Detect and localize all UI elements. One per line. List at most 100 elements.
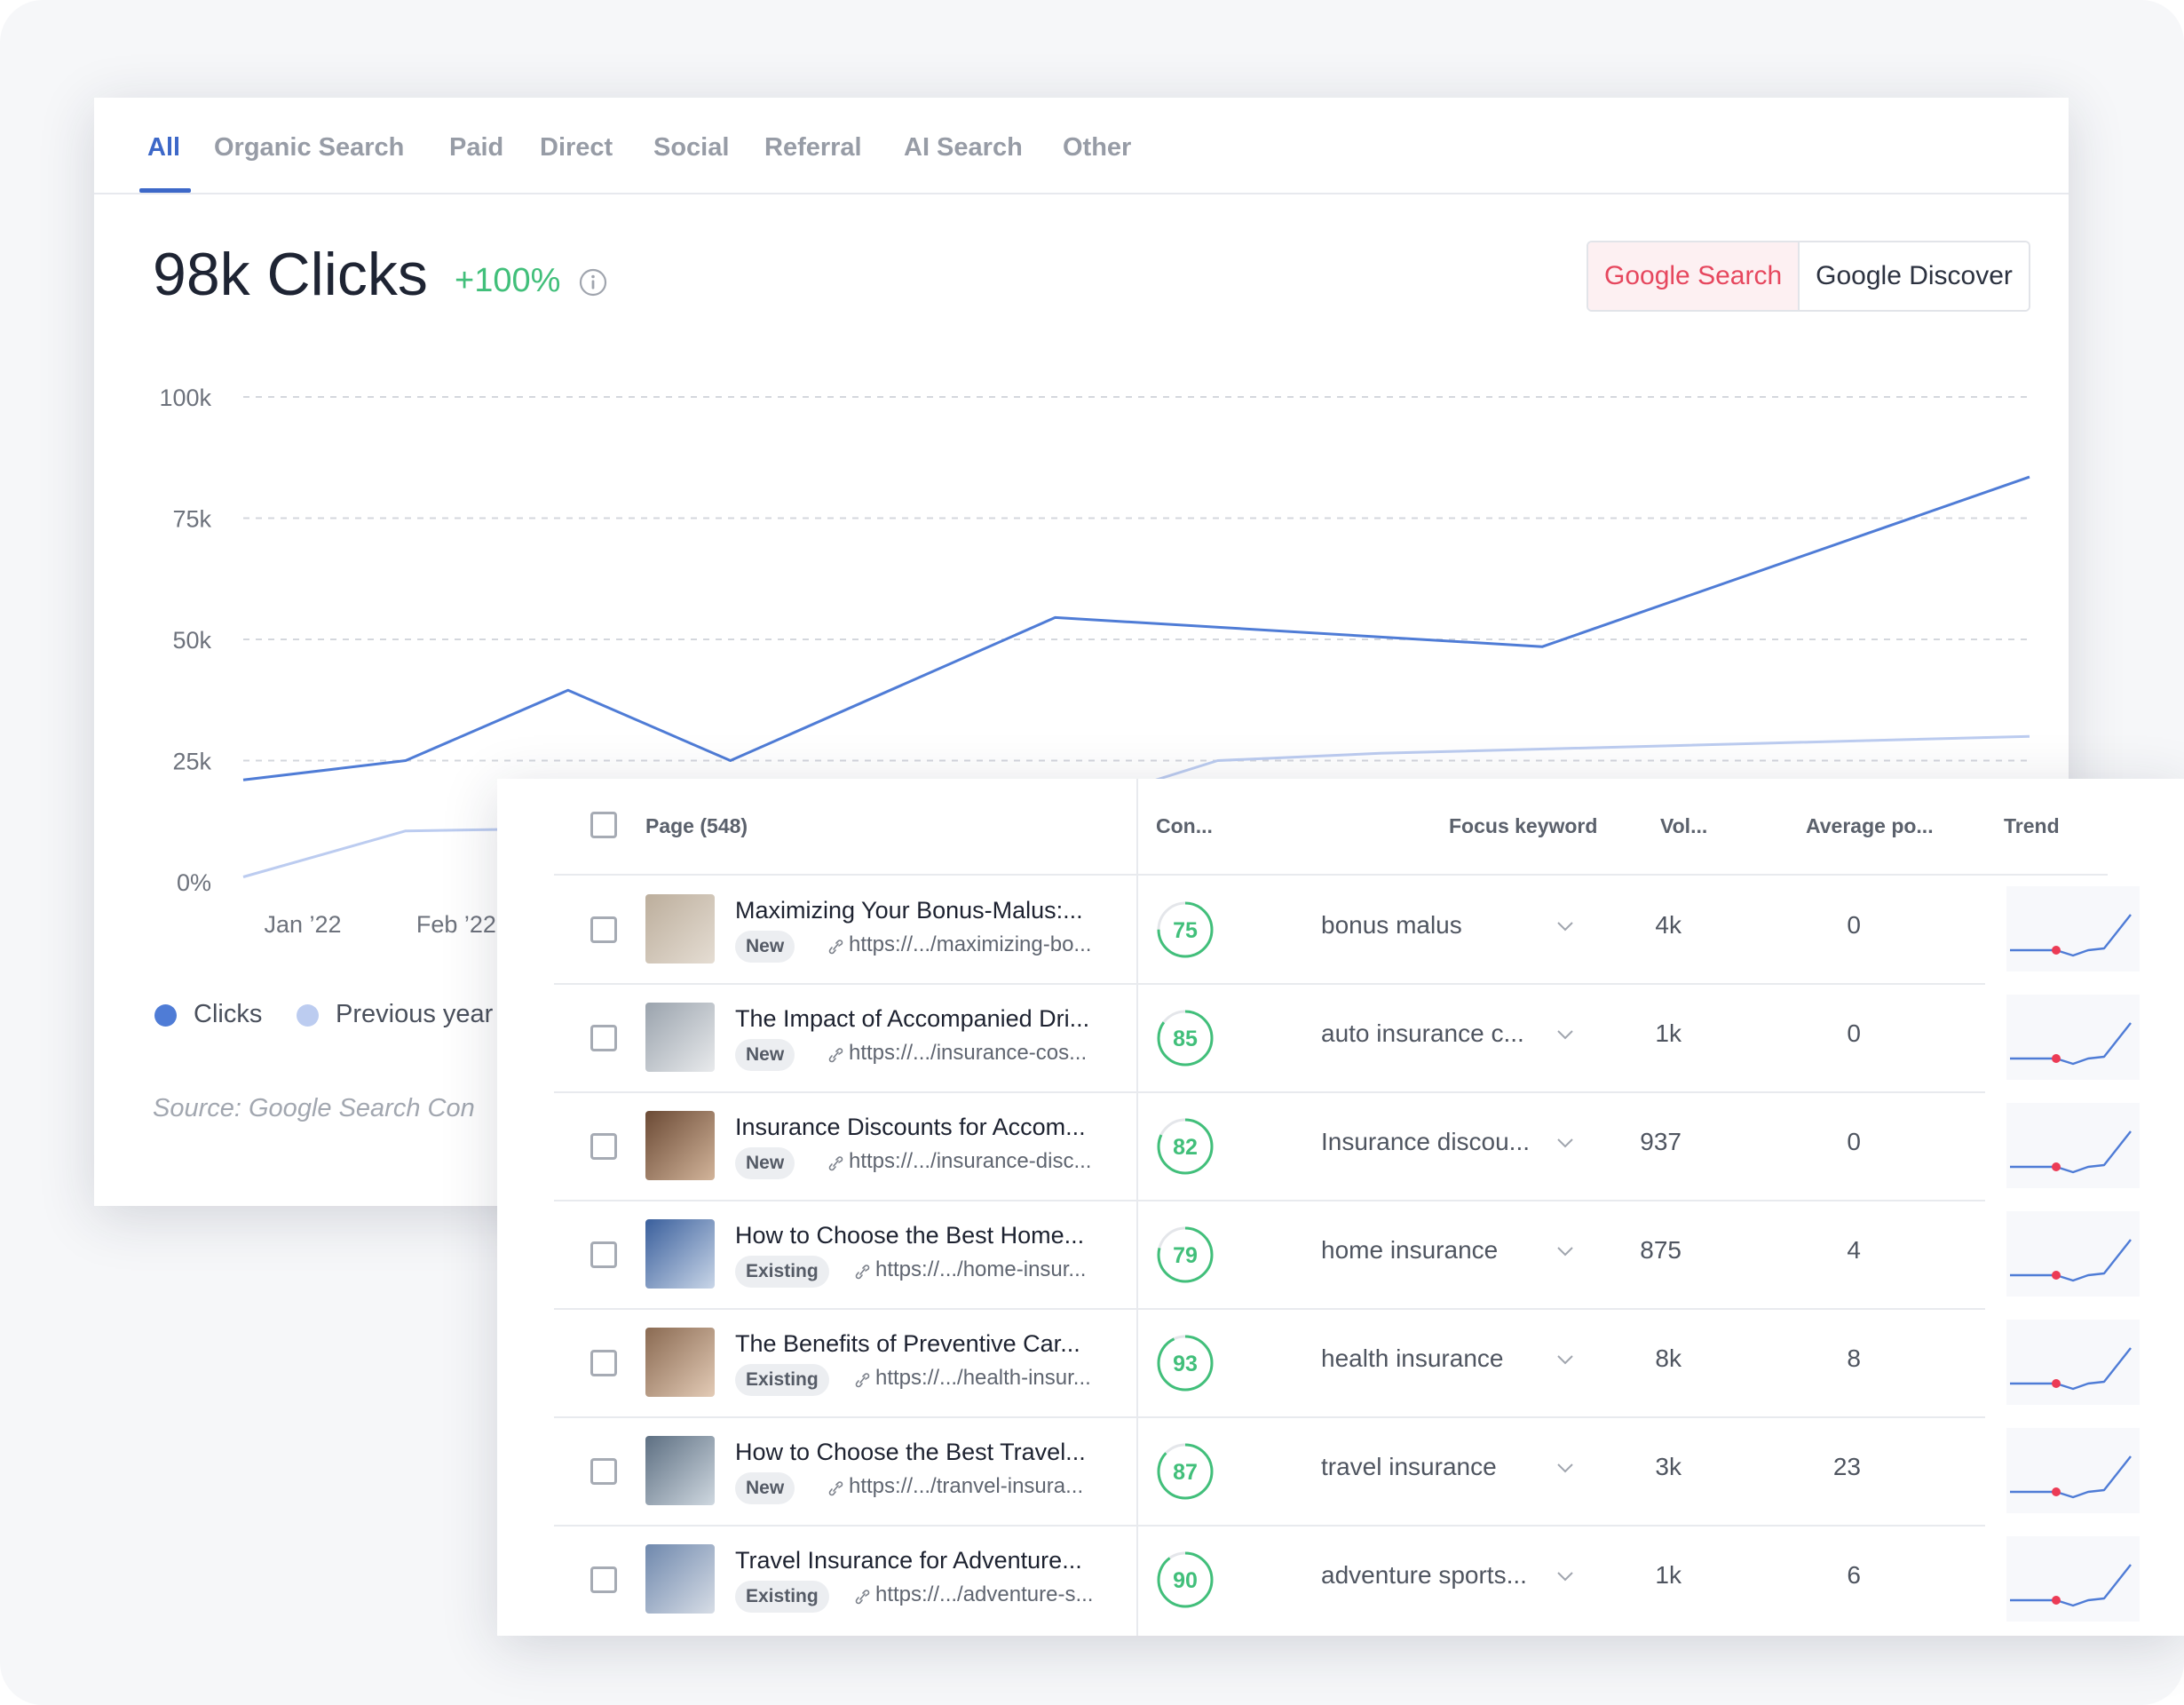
previous-year-legend-dot [297, 1004, 319, 1027]
page-thumbnail [645, 1328, 715, 1397]
table-row[interactable]: Maximizing Your Bonus-Malus:... New https:… [497, 876, 2184, 985]
trend-sparkline [2006, 1428, 2140, 1513]
trend-column-header[interactable]: Trend [2004, 814, 2060, 838]
page-thumbnail [645, 1219, 715, 1289]
clicks-legend-dot [154, 1004, 177, 1027]
focus-keyword: adventure sports... [1321, 1561, 1527, 1589]
previous-year-legend-label: Previous year [336, 1000, 494, 1028]
search-volume: 1k [1655, 1561, 1682, 1589]
content-score-ring: 79 [1157, 1226, 1214, 1283]
page-thumbnail [645, 1003, 715, 1072]
table-row[interactable]: How to Choose the Best Home... Existing ht… [497, 1201, 2184, 1310]
link-icon [855, 1373, 870, 1388]
content-score-ring: 87 [1157, 1443, 1214, 1500]
clicks-legend-label: Clicks [194, 1000, 263, 1028]
chevron-down-icon[interactable] [1555, 1462, 1575, 1474]
focus-keyword: Insurance discou... [1321, 1128, 1531, 1155]
y-tick-label: 0% [177, 869, 211, 896]
search-volume: 8k [1655, 1344, 1682, 1372]
page-thumbnail [645, 1111, 715, 1180]
average-position: 0 [1847, 1128, 1861, 1155]
table-row[interactable]: Insurance Discounts for Accom... New https… [497, 1092, 2184, 1201]
content-score-value: 82 [1173, 1135, 1198, 1160]
search-volume: 1k [1655, 1019, 1682, 1047]
page-status-badge: Existing [735, 1364, 829, 1396]
content-score-value: 75 [1173, 918, 1198, 943]
page-status-badge: New [735, 931, 795, 963]
average-position: 4 [1847, 1236, 1861, 1264]
link-icon [828, 940, 843, 955]
chevron-down-icon[interactable] [1555, 1245, 1575, 1257]
row-checkbox[interactable] [590, 1566, 617, 1593]
focus-keyword: auto insurance c... [1321, 1019, 1524, 1047]
page-title-link[interactable]: How to Choose the Best Home... [735, 1222, 1120, 1249]
page-thumbnail [645, 1436, 715, 1505]
focus-keyword-column-header[interactable]: Focus keyword [1449, 814, 1597, 838]
page-status-badge: New [735, 1472, 795, 1504]
link-icon [828, 1156, 843, 1171]
content-score-ring: 75 [1157, 901, 1214, 958]
link-icon [855, 1265, 870, 1280]
y-tick-label: 100k [159, 385, 211, 411]
chevron-down-icon[interactable] [1555, 1570, 1575, 1582]
page-column-header[interactable]: Page (548) [645, 814, 748, 838]
focus-keyword: health insurance [1321, 1344, 1504, 1372]
page-title-link[interactable]: Maximizing Your Bonus-Malus:... [735, 897, 1120, 924]
x-tick-label: Feb ’22 [416, 911, 496, 938]
trend-sparkline [2006, 995, 2140, 1080]
content-score-value: 87 [1173, 1460, 1198, 1485]
search-volume: 937 [1640, 1128, 1682, 1155]
x-tick-label: Jan ’22 [264, 911, 341, 938]
page-url[interactable]: https://.../adventure-s... [875, 1582, 1124, 1607]
average-position: 0 [1847, 1019, 1861, 1047]
content-score-ring: 90 [1157, 1551, 1214, 1608]
source-note: Source: Google Search Con [153, 1094, 475, 1122]
table-row[interactable]: The Benefits of Preventive Car... Existin… [497, 1309, 2184, 1418]
page-url[interactable]: https://.../insurance-cos... [849, 1041, 1124, 1066]
page-url[interactable]: https://.../maximizing-bo... [849, 932, 1124, 957]
page-status-badge: Existing [735, 1581, 829, 1613]
search-volume: 3k [1655, 1453, 1682, 1480]
clicks-series-line [242, 475, 2030, 781]
content-score-value: 79 [1173, 1243, 1198, 1268]
trend-sparkline [2006, 1536, 2140, 1622]
page-title-link[interactable]: Travel Insurance for Adventure... [735, 1547, 1120, 1574]
row-checkbox[interactable] [590, 1350, 617, 1376]
chevron-down-icon[interactable] [1555, 920, 1575, 932]
table-row[interactable]: How to Choose the Best Travel... New https… [497, 1417, 2184, 1527]
row-checkbox[interactable] [590, 1025, 617, 1051]
page-title-link[interactable]: The Impact of Accompanied Dri... [735, 1005, 1120, 1033]
search-volume: 4k [1655, 911, 1682, 939]
chevron-down-icon[interactable] [1555, 1028, 1575, 1041]
average-position: 6 [1847, 1561, 1861, 1589]
volume-column-header[interactable]: Vol... [1660, 814, 1707, 838]
page-title-link[interactable]: How to Choose the Best Travel... [735, 1439, 1120, 1466]
trend-sparkline [2006, 1103, 2140, 1188]
page-url[interactable]: https://.../tranvel-insura... [849, 1474, 1124, 1499]
row-checkbox[interactable] [590, 1241, 617, 1268]
page-url[interactable]: https://.../insurance-disc... [849, 1149, 1124, 1174]
trend-sparkline [2006, 886, 2140, 971]
content-score-column-header[interactable]: Con... [1156, 814, 1213, 838]
y-tick-label: 25k [172, 749, 211, 775]
row-checkbox[interactable] [590, 1458, 617, 1485]
page-title-link[interactable]: The Benefits of Preventive Car... [735, 1330, 1120, 1358]
page-url[interactable]: https://.../health-insur... [875, 1366, 1124, 1391]
table-row[interactable]: Travel Insurance for Adventure... Existin… [497, 1526, 2184, 1634]
page-url[interactable]: https://.../home-insur... [875, 1257, 1124, 1282]
page-title-link[interactable]: Insurance Discounts for Accom... [735, 1114, 1120, 1141]
content-score-value: 93 [1173, 1352, 1198, 1376]
row-checkbox[interactable] [590, 1133, 617, 1160]
select-all-checkbox[interactable] [590, 812, 617, 838]
content-score-value: 90 [1173, 1568, 1198, 1593]
chevron-down-icon[interactable] [1555, 1353, 1575, 1366]
content-score-ring: 85 [1157, 1010, 1214, 1067]
row-checkbox[interactable] [590, 916, 617, 943]
content-score-value: 85 [1173, 1027, 1198, 1051]
chevron-down-icon[interactable] [1555, 1137, 1575, 1149]
average-position-column-header[interactable]: Average po... [1806, 814, 1934, 838]
content-score-ring: 82 [1157, 1118, 1214, 1175]
average-position: 8 [1847, 1344, 1861, 1372]
table-row[interactable]: The Impact of Accompanied Dri... New https… [497, 984, 2184, 1093]
trend-sparkline [2006, 1320, 2140, 1405]
